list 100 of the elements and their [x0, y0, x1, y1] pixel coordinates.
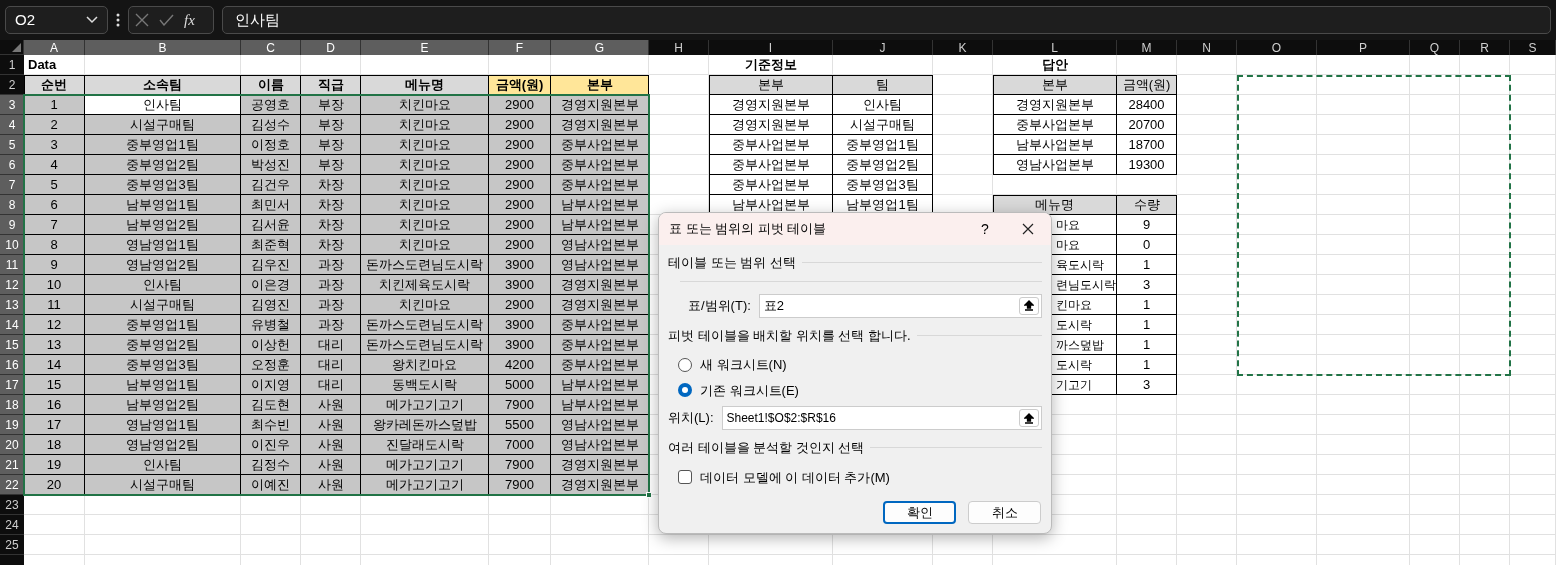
empty-cell[interactable]	[1317, 415, 1410, 435]
empty-cell[interactable]	[1117, 455, 1177, 475]
empty-cell[interactable]	[1460, 55, 1510, 75]
empty-cell[interactable]	[1317, 215, 1410, 235]
empty-cell[interactable]	[1177, 55, 1237, 75]
column-header[interactable]: G	[551, 40, 649, 55]
empty-cell[interactable]	[1510, 115, 1556, 135]
empty-cell[interactable]	[833, 535, 933, 555]
empty-cell[interactable]	[1317, 535, 1410, 555]
row-header[interactable]: 7	[0, 175, 24, 195]
empty-cell[interactable]	[1237, 375, 1317, 395]
empty-cell[interactable]	[1317, 55, 1410, 75]
empty-cell[interactable]	[1117, 495, 1177, 515]
column-header[interactable]: F	[489, 40, 551, 55]
column-header[interactable]: P	[1317, 40, 1410, 55]
empty-cell[interactable]	[1510, 255, 1556, 275]
empty-cell[interactable]	[489, 535, 551, 555]
empty-cell[interactable]	[1510, 135, 1556, 155]
empty-cell[interactable]	[1237, 455, 1317, 475]
empty-cell[interactable]	[1410, 535, 1460, 555]
column-header[interactable]: S	[1510, 40, 1556, 55]
empty-cell[interactable]	[1117, 515, 1177, 535]
row-header[interactable]: 14	[0, 315, 24, 335]
empty-cell[interactable]	[1237, 295, 1317, 315]
insert-function-button[interactable]: fx	[184, 8, 195, 32]
empty-cell[interactable]	[1237, 415, 1317, 435]
row-header[interactable]: 8	[0, 195, 24, 215]
name-box[interactable]: O2	[5, 6, 108, 34]
empty-cell[interactable]	[1410, 175, 1460, 195]
empty-cell[interactable]	[1317, 75, 1410, 95]
empty-cell[interactable]	[1410, 235, 1460, 255]
column-header[interactable]: E	[361, 40, 489, 55]
empty-cell[interactable]	[1410, 215, 1460, 235]
empty-cell[interactable]	[1317, 115, 1410, 135]
empty-cell[interactable]	[1317, 495, 1410, 515]
empty-cell[interactable]	[1177, 515, 1237, 535]
empty-cell[interactable]	[1510, 495, 1556, 515]
row-header[interactable]: 3	[0, 95, 24, 115]
empty-cell[interactable]	[1510, 315, 1556, 335]
cancel-icon[interactable]	[135, 13, 149, 27]
empty-cell[interactable]	[551, 515, 649, 535]
empty-cell[interactable]	[1410, 115, 1460, 135]
dialog-button[interactable]: 취소	[968, 501, 1041, 524]
empty-cell[interactable]	[1317, 375, 1410, 395]
empty-cell[interactable]	[1410, 255, 1460, 275]
empty-cell[interactable]	[1317, 515, 1410, 535]
empty-cell[interactable]	[1177, 535, 1237, 555]
empty-cell[interactable]	[1510, 395, 1556, 415]
empty-cell[interactable]	[1317, 435, 1410, 455]
empty-cell[interactable]	[1177, 495, 1237, 515]
empty-cell[interactable]	[1237, 175, 1317, 195]
row-header[interactable]: 9	[0, 215, 24, 235]
row-header[interactable]: 21	[0, 455, 24, 475]
selection-outline[interactable]	[23, 94, 650, 496]
collapse-dialog-button[interactable]	[1019, 409, 1039, 427]
empty-cell[interactable]	[1410, 395, 1460, 415]
select-all-icon[interactable]	[12, 43, 21, 52]
empty-cell[interactable]	[1460, 295, 1510, 315]
empty-cell[interactable]	[1510, 515, 1556, 535]
column-header[interactable]: A	[24, 40, 85, 55]
empty-cell[interactable]	[1237, 515, 1317, 535]
empty-cell[interactable]	[1317, 95, 1410, 115]
empty-cell[interactable]	[649, 535, 709, 555]
empty-cell[interactable]	[1410, 435, 1460, 455]
more-options-icon[interactable]	[116, 13, 120, 27]
empty-cell[interactable]	[1510, 355, 1556, 375]
empty-cell[interactable]	[1237, 275, 1317, 295]
empty-cell[interactable]	[1410, 195, 1460, 215]
empty-cell[interactable]	[933, 55, 993, 75]
empty-cell[interactable]	[1460, 395, 1510, 415]
column-header[interactable]: J	[833, 40, 933, 55]
empty-cell[interactable]	[1410, 415, 1460, 435]
empty-cell[interactable]	[301, 515, 361, 535]
column-header[interactable]: M	[1117, 40, 1177, 55]
empty-cell[interactable]	[1317, 155, 1410, 175]
row-header[interactable]: 10	[0, 235, 24, 255]
column-header[interactable]: L	[993, 40, 1117, 55]
row-header[interactable]: 13	[0, 295, 24, 315]
row-header[interactable]: 19	[0, 415, 24, 435]
row-header[interactable]: 5	[0, 135, 24, 155]
empty-cell[interactable]	[1317, 195, 1410, 215]
location-field[interactable]: Sheet1!$O$2:$R$16	[721, 406, 1042, 430]
collapse-dialog-button[interactable]	[1019, 296, 1039, 315]
row-header[interactable]: 11	[0, 255, 24, 275]
empty-cell[interactable]	[241, 495, 301, 515]
empty-cell[interactable]	[361, 495, 489, 515]
empty-cell[interactable]	[1510, 75, 1556, 95]
empty-cell[interactable]	[993, 535, 1117, 555]
column-header[interactable]: R	[1460, 40, 1510, 55]
empty-cell[interactable]	[1177, 395, 1237, 415]
empty-cell[interactable]	[1460, 355, 1510, 375]
empty-cell[interactable]	[1237, 255, 1317, 275]
empty-cell[interactable]	[1410, 55, 1460, 75]
column-header[interactable]: Q	[1410, 40, 1460, 55]
checkbox[interactable]	[678, 470, 692, 485]
empty-cell[interactable]	[1510, 55, 1556, 75]
empty-cell[interactable]	[1460, 515, 1510, 535]
empty-cell[interactable]	[1317, 135, 1410, 155]
empty-cell[interactable]	[1410, 375, 1460, 395]
empty-cell[interactable]	[85, 495, 241, 515]
